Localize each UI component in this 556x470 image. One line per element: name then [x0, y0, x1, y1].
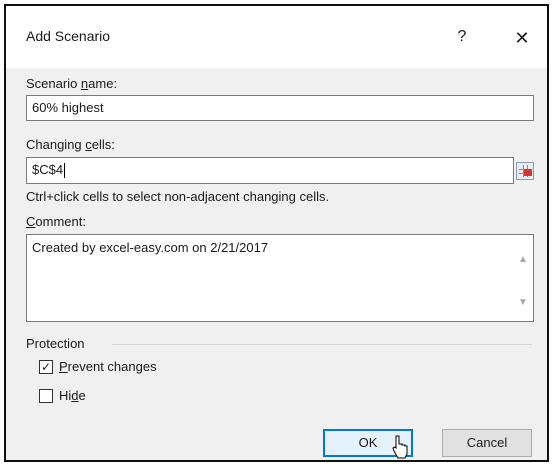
hide-checkbox[interactable]	[39, 389, 53, 403]
text-caret	[64, 163, 66, 179]
changing-cells-label: Changing cells:	[26, 137, 115, 152]
changing-cells-input[interactable]: $C$4	[26, 157, 514, 184]
comment-scroll-up-icon[interactable]: ▲	[516, 253, 530, 267]
cancel-button[interactable]: Cancel	[442, 429, 532, 457]
comment-scroll-down-icon[interactable]: ▼	[516, 296, 530, 310]
range-picker-icon[interactable]	[516, 162, 534, 180]
checkmark-icon: ✓	[40, 360, 52, 374]
scenario-name-input[interactable]: 60% highest	[26, 95, 534, 121]
dialog-title: Add Scenario	[26, 28, 111, 44]
prevent-changes-checkbox[interactable]: ✓	[39, 360, 53, 374]
mouse-cursor-icon	[392, 435, 408, 459]
protection-group-label: Protection	[26, 336, 85, 351]
title-bar: Add Scenario ? ✕	[6, 6, 547, 68]
scenario-name-value: 60% highest	[32, 100, 104, 115]
range-selection-glyph	[524, 169, 532, 176]
changing-cells-value: $C$4	[32, 162, 64, 177]
add-scenario-dialog: Add Scenario ? ✕ Scenario name: 60% high…	[4, 4, 549, 462]
protection-group-divider	[112, 344, 532, 345]
hide-label[interactable]: Hide	[59, 388, 86, 403]
comment-value: Created by excel-easy.com on 2/21/2017	[32, 240, 269, 255]
comment-label: Comment:	[26, 214, 86, 229]
prevent-changes-label[interactable]: Prevent changes	[59, 359, 157, 374]
comment-textarea[interactable]: Created by excel-easy.com on 2/21/2017	[26, 234, 534, 322]
close-icon[interactable]: ✕	[508, 24, 536, 52]
changing-cells-hint: Ctrl+click cells to select non-adjacent …	[26, 189, 330, 204]
scenario-name-label: Scenario name:	[26, 76, 118, 91]
help-button[interactable]: ?	[448, 23, 476, 51]
